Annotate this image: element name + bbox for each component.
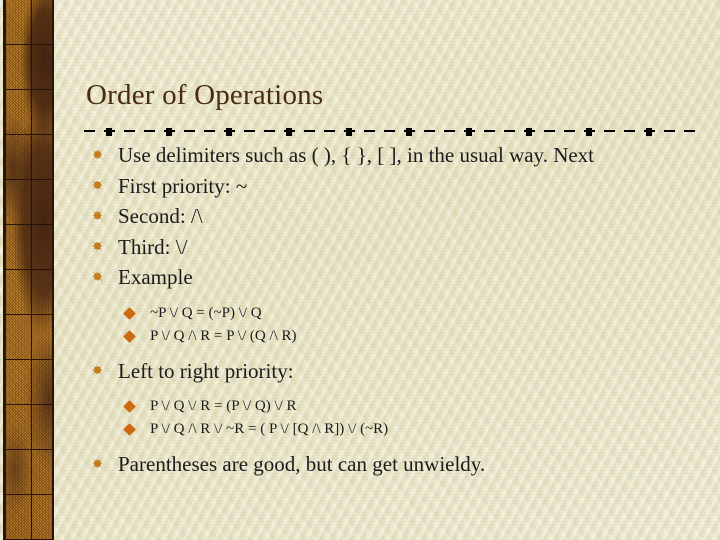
bullet-text: First priority: ~ <box>118 173 248 198</box>
bullet-item: Use delimiters such as ( ), { }, [ ], in… <box>84 140 704 171</box>
sub-bullet-item: P \/ Q /\ R = P \/ (Q /\ R) <box>84 325 704 348</box>
maltese-cross-bullet-icon <box>90 269 105 284</box>
maltese-cross-bullet-icon <box>90 208 105 223</box>
decorative-left-border-grid <box>3 0 54 540</box>
bullet-item: Left to right priority: <box>84 356 704 387</box>
slide-body: Use delimiters such as ( ), { }, [ ], in… <box>84 140 704 480</box>
diamond-bullet-icon <box>123 329 136 343</box>
sub-bullet-item: P \/ Q /\ R \/ ~R = ( P \/ [Q /\ R]) \/ … <box>84 418 704 441</box>
sub-bullet-text: P \/ Q /\ R \/ ~R = ( P \/ [Q /\ R]) \/ … <box>150 421 389 437</box>
diamond-bullet-icon <box>123 400 136 413</box>
sub-bullet-item: ~P \/ Q = (~P) \/ Q <box>84 302 704 325</box>
bullet-text: Parentheses are good, but can get unwiel… <box>118 452 486 476</box>
bullet-text: Example <box>118 265 193 289</box>
sub-bullet-text: ~P \/ Q = (~P) \/ Q <box>150 304 262 321</box>
bullet-text: Second: /\ <box>118 204 203 228</box>
bullet-item: Third: \/ <box>84 232 704 263</box>
diamond-bullet-icon <box>123 423 136 436</box>
diamond-bullet-icon <box>123 306 136 320</box>
title-divider <box>84 127 698 136</box>
bullet-item: First priority: ~ <box>84 171 704 202</box>
bullet-text: Use delimiters such as ( ), { }, [ ], in… <box>118 143 595 167</box>
sub-bullet-text: P \/ Q \/ R = (P \/ Q) \/ R <box>150 398 297 414</box>
maltese-cross-bullet-icon <box>90 238 105 254</box>
divider-dot-row <box>84 127 698 136</box>
presentation-slide: Order of Operations Use delimiters such … <box>0 0 720 540</box>
bullet-text: Third: \/ <box>118 234 188 259</box>
bullet-text: Left to right priority: <box>118 358 294 383</box>
maltese-cross-bullet-icon <box>90 362 105 378</box>
maltese-cross-bullet-icon <box>90 177 105 193</box>
bullet-item: Example <box>84 262 704 293</box>
maltese-cross-bullet-icon <box>90 147 105 162</box>
sub-bullet-text: P \/ Q /\ R = P \/ (Q /\ R) <box>150 327 297 344</box>
sub-bullet-item: P \/ Q \/ R = (P \/ Q) \/ R <box>84 395 704 418</box>
slide-title: Order of Operations <box>86 79 324 111</box>
bullet-item: Parentheses are good, but can get unwiel… <box>84 449 704 480</box>
bullet-item: Second: /\ <box>84 201 704 232</box>
maltese-cross-bullet-icon <box>90 456 105 471</box>
